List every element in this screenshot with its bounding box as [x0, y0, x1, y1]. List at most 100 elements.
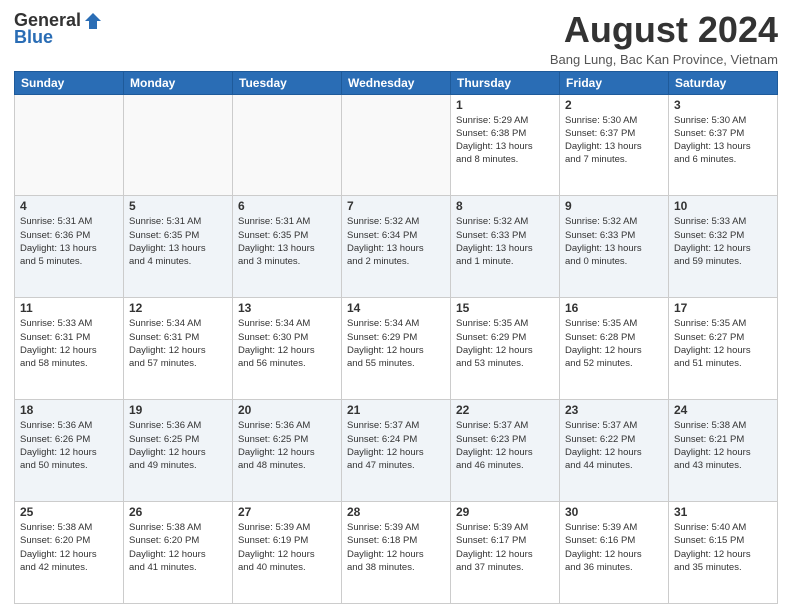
day-number: 20: [238, 403, 336, 417]
day-cell: 30Sunrise: 5:39 AM Sunset: 6:16 PM Dayli…: [560, 502, 669, 604]
day-number: 4: [20, 199, 118, 213]
day-info: Sunrise: 5:37 AM Sunset: 6:23 PM Dayligh…: [456, 419, 554, 472]
day-number: 3: [674, 98, 772, 112]
day-number: 12: [129, 301, 227, 315]
day-number: 25: [20, 505, 118, 519]
day-info: Sunrise: 5:34 AM Sunset: 6:31 PM Dayligh…: [129, 317, 227, 370]
day-number: 2: [565, 98, 663, 112]
page: General Blue August 2024 Bang Lung, Bac …: [0, 0, 792, 612]
day-info: Sunrise: 5:35 AM Sunset: 6:28 PM Dayligh…: [565, 317, 663, 370]
day-info: Sunrise: 5:40 AM Sunset: 6:15 PM Dayligh…: [674, 521, 772, 574]
day-cell: 5Sunrise: 5:31 AM Sunset: 6:35 PM Daylig…: [124, 196, 233, 298]
logo-area: General Blue: [14, 10, 103, 48]
day-cell: 21 Sunrise: 5:37 AM Sunset: 6:24 PM Dayli…: [342, 400, 451, 502]
day-number: 18: [20, 403, 118, 417]
day-cell: 24 Sunrise: 5:38 AM Sunset: 6:21 PM Dayli…: [669, 400, 778, 502]
day-cell: 27 Sunrise: 5:39 AM Sunset: 6:19 PM Dayli…: [233, 502, 342, 604]
day-cell: 15Sunrise: 5:35 AM Sunset: 6:29 PM Dayli…: [451, 298, 560, 400]
day-cell: 25Sunrise: 5:38 AM Sunset: 6:20 PM Dayli…: [15, 502, 124, 604]
day-cell: 2Sunrise: 5:30 AM Sunset: 6:37 PM Daylig…: [560, 94, 669, 196]
day-cell: 22 Sunrise: 5:37 AM Sunset: 6:23 PM Dayli…: [451, 400, 560, 502]
day-number: 26: [129, 505, 227, 519]
day-number: 29: [456, 505, 554, 519]
day-number: 23: [565, 403, 663, 417]
week-row-2: 4 Sunrise: 5:31 AM Sunset: 6:36 PM Daylig…: [15, 196, 778, 298]
day-cell: 17 Sunrise: 5:35 AM Sunset: 6:27 PM Dayli…: [669, 298, 778, 400]
day-number: 16: [565, 301, 663, 315]
day-cell: 12 Sunrise: 5:34 AM Sunset: 6:31 PM Dayli…: [124, 298, 233, 400]
day-number: 9: [565, 199, 663, 213]
day-header-thursday: Thursday: [451, 71, 560, 94]
day-number: 31: [674, 505, 772, 519]
day-info: Sunrise: 5:30 AM Sunset: 6:37 PM Dayligh…: [674, 114, 772, 167]
calendar-table: SundayMondayTuesdayWednesdayThursdayFrid…: [14, 71, 778, 604]
day-number: 28: [347, 505, 445, 519]
location: Bang Lung, Bac Kan Province, Vietnam: [550, 52, 778, 67]
day-cell: 3 Sunrise: 5:30 AM Sunset: 6:37 PM Daylig…: [669, 94, 778, 196]
day-info: Sunrise: 5:38 AM Sunset: 6:20 PM Dayligh…: [129, 521, 227, 574]
day-number: 5: [129, 199, 227, 213]
day-cell: 13 Sunrise: 5:34 AM Sunset: 6:30 PM Dayli…: [233, 298, 342, 400]
day-header-sunday: Sunday: [15, 71, 124, 94]
header: General Blue August 2024 Bang Lung, Bac …: [14, 10, 778, 67]
day-cell: 31 Sunrise: 5:40 AM Sunset: 6:15 PM Dayli…: [669, 502, 778, 604]
day-cell: 7 Sunrise: 5:32 AM Sunset: 6:34 PM Daylig…: [342, 196, 451, 298]
day-number: 13: [238, 301, 336, 315]
day-info: Sunrise: 5:34 AM Sunset: 6:30 PM Dayligh…: [238, 317, 336, 370]
day-cell: 18 Sunrise: 5:36 AM Sunset: 6:26 PM Dayli…: [15, 400, 124, 502]
day-info: Sunrise: 5:38 AM Sunset: 6:21 PM Dayligh…: [674, 419, 772, 472]
day-header-saturday: Saturday: [669, 71, 778, 94]
day-info: Sunrise: 5:36 AM Sunset: 6:25 PM Dayligh…: [129, 419, 227, 472]
day-info: Sunrise: 5:33 AM Sunset: 6:32 PM Dayligh…: [674, 215, 772, 268]
day-number: 1: [456, 98, 554, 112]
day-header-wednesday: Wednesday: [342, 71, 451, 94]
day-cell: 10 Sunrise: 5:33 AM Sunset: 6:32 PM Dayli…: [669, 196, 778, 298]
day-info: Sunrise: 5:36 AM Sunset: 6:25 PM Dayligh…: [238, 419, 336, 472]
day-cell: 28 Sunrise: 5:39 AM Sunset: 6:18 PM Dayli…: [342, 502, 451, 604]
day-info: Sunrise: 5:37 AM Sunset: 6:22 PM Dayligh…: [565, 419, 663, 472]
day-number: 17: [674, 301, 772, 315]
day-info: Sunrise: 5:32 AM Sunset: 6:34 PM Dayligh…: [347, 215, 445, 268]
day-info: Sunrise: 5:37 AM Sunset: 6:24 PM Dayligh…: [347, 419, 445, 472]
day-number: 14: [347, 301, 445, 315]
day-number: 15: [456, 301, 554, 315]
day-number: 7: [347, 199, 445, 213]
day-info: Sunrise: 5:33 AM Sunset: 6:31 PM Dayligh…: [20, 317, 118, 370]
day-cell: 9 Sunrise: 5:32 AM Sunset: 6:33 PM Daylig…: [560, 196, 669, 298]
day-number: 19: [129, 403, 227, 417]
day-number: 10: [674, 199, 772, 213]
day-cell: 23 Sunrise: 5:37 AM Sunset: 6:22 PM Dayli…: [560, 400, 669, 502]
week-row-3: 11 Sunrise: 5:33 AM Sunset: 6:31 PM Dayli…: [15, 298, 778, 400]
day-cell: 4 Sunrise: 5:31 AM Sunset: 6:36 PM Daylig…: [15, 196, 124, 298]
day-info: Sunrise: 5:39 AM Sunset: 6:18 PM Dayligh…: [347, 521, 445, 574]
day-number: 22: [456, 403, 554, 417]
day-info: Sunrise: 5:31 AM Sunset: 6:36 PM Dayligh…: [20, 215, 118, 268]
week-row-5: 25 Sunrise: 5:38 AM Sunset: 6:20 PM Dayli…: [15, 502, 778, 604]
day-cell: [124, 94, 233, 196]
day-info: Sunrise: 5:32 AM Sunset: 6:33 PM Dayligh…: [565, 215, 663, 268]
day-cell: [233, 94, 342, 196]
day-info: Sunrise: 5:36 AM Sunset: 6:26 PM Dayligh…: [20, 419, 118, 472]
day-cell: 14Sunrise: 5:34 AM Sunset: 6:29 PM Dayli…: [342, 298, 451, 400]
day-info: Sunrise: 5:31 AM Sunset: 6:35 PM Dayligh…: [238, 215, 336, 268]
day-info: Sunrise: 5:35 AM Sunset: 6:27 PM Dayligh…: [674, 317, 772, 370]
day-info: Sunrise: 5:32 AM Sunset: 6:33 PM Dayligh…: [456, 215, 554, 268]
day-number: 27: [238, 505, 336, 519]
day-number: 24: [674, 403, 772, 417]
day-number: 11: [20, 301, 118, 315]
day-cell: 19 Sunrise: 5:36 AM Sunset: 6:25 PM Dayli…: [124, 400, 233, 502]
week-row-4: 18 Sunrise: 5:36 AM Sunset: 6:26 PM Dayli…: [15, 400, 778, 502]
day-info: Sunrise: 5:39 AM Sunset: 6:19 PM Dayligh…: [238, 521, 336, 574]
day-header-monday: Monday: [124, 71, 233, 94]
day-info: Sunrise: 5:39 AM Sunset: 6:17 PM Dayligh…: [456, 521, 554, 574]
day-cell: [342, 94, 451, 196]
day-cell: [15, 94, 124, 196]
title-area: August 2024 Bang Lung, Bac Kan Province,…: [550, 10, 778, 67]
logo-blue-text: Blue: [14, 27, 53, 48]
logo-icon: [83, 11, 103, 31]
day-cell: 8 Sunrise: 5:32 AM Sunset: 6:33 PM Daylig…: [451, 196, 560, 298]
day-header-tuesday: Tuesday: [233, 71, 342, 94]
day-cell: 6Sunrise: 5:31 AM Sunset: 6:35 PM Daylig…: [233, 196, 342, 298]
day-number: 8: [456, 199, 554, 213]
day-number: 21: [347, 403, 445, 417]
